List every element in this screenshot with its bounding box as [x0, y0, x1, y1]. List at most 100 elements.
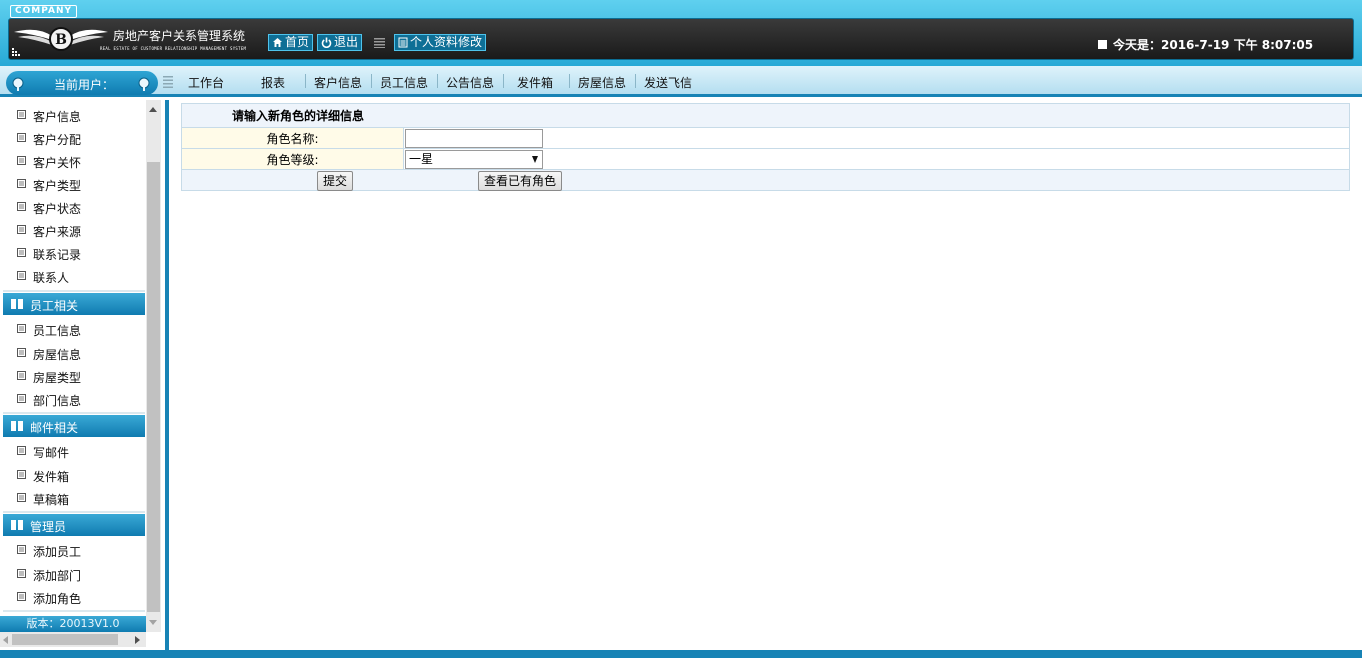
sidebar-border	[165, 100, 169, 650]
nav-separator	[569, 74, 570, 88]
logout-label: 退出	[334, 35, 359, 49]
role-name-input[interactable]	[405, 128, 543, 148]
book-icon	[11, 299, 23, 309]
sidebar-item-customer-status[interactable]: 客户状态	[3, 196, 145, 218]
form-row-role-level: 角色等级: 一星	[181, 148, 1350, 170]
sidebar-divider	[3, 511, 145, 513]
sidebar-item-label: 房屋类型	[33, 371, 82, 385]
sidebar-item-label: 添加员工	[33, 545, 82, 559]
form-row-role-name: 角色名称:	[181, 127, 1350, 149]
checkbox-square-icon	[17, 179, 26, 188]
book-icon	[11, 520, 23, 530]
checkbox-square-icon	[17, 271, 26, 280]
sidebar-item-add-employee[interactable]: 添加员工	[3, 539, 145, 561]
checkbox-square-icon	[17, 248, 26, 257]
checkbox-square-icon	[17, 156, 26, 165]
sidebar-vertical-scrollbar[interactable]	[146, 100, 161, 632]
nav-item-house-info[interactable]: 房屋信息	[578, 74, 626, 91]
scroll-up-arrow-icon[interactable]	[149, 107, 157, 112]
sidebar-item-label: 客户状态	[33, 202, 82, 216]
book-icon	[11, 421, 23, 431]
sidebar-section-employee[interactable]: 员工相关	[3, 293, 145, 315]
submit-button[interactable]: 提交	[317, 171, 354, 191]
dropdown-arrow-icon	[532, 155, 538, 163]
bottom-border	[0, 650, 1362, 658]
role-level-selected: 一星	[409, 151, 434, 166]
grip-icon	[163, 76, 173, 88]
system-subtitle: REAL ESTATE OF CUSTOMER RELATIONSHIP MAN…	[100, 46, 247, 51]
list-lines-icon	[374, 38, 385, 48]
scroll-thumb[interactable]	[147, 162, 160, 612]
scroll-right-arrow-icon[interactable]	[135, 636, 140, 644]
scroll-down-arrow-icon[interactable]	[149, 620, 157, 625]
nav-item-customer-info[interactable]: 客户信息	[314, 74, 362, 91]
sidebar-item-customer-assign[interactable]: 客户分配	[3, 127, 145, 149]
checkbox-square-icon	[17, 394, 26, 403]
sidebar-item-label: 添加部门	[33, 569, 82, 583]
sidebar-item-customer-info[interactable]: 客户信息	[3, 104, 145, 126]
sidebar-item-outbox[interactable]: 发件箱	[3, 464, 145, 486]
sidebar-item-write-mail[interactable]: 写邮件	[3, 440, 145, 462]
sidebar-item-customer-care[interactable]: 客户关怀	[3, 150, 145, 172]
checkbox-square-icon	[17, 569, 26, 578]
nav-separator	[437, 74, 438, 88]
date-text: 今天是：2016-7-19 下午 8:07:05	[1113, 38, 1314, 52]
sidebar-item-label: 部门信息	[33, 394, 82, 408]
sidebar-item-department-info[interactable]: 部门信息	[3, 388, 145, 410]
view-roles-button[interactable]: 查看已有角色	[478, 171, 563, 191]
nav-item-workbench[interactable]: 工作台	[188, 74, 224, 91]
checkbox-square-icon	[17, 225, 26, 234]
nav-item-outbox[interactable]: 发件箱	[517, 74, 553, 91]
form-button-row: 提交 查看已有角色	[181, 169, 1350, 191]
sidebar-item-employee-info[interactable]: 员工信息	[3, 318, 145, 340]
sidebar-item-label: 客户关怀	[33, 156, 82, 170]
scroll-left-arrow-icon[interactable]	[3, 636, 8, 644]
sidebar-item-label: 联系人	[33, 271, 70, 285]
sidebar-item-customer-source[interactable]: 客户来源	[3, 219, 145, 241]
nav-item-send-fetion[interactable]: 发送飞信	[644, 74, 692, 91]
nav-item-reports[interactable]: 报表	[261, 74, 285, 91]
sidebar-item-label: 发件箱	[33, 470, 70, 484]
nav-separator	[503, 74, 504, 88]
role-level-cell: 一星	[403, 148, 1350, 170]
home-button[interactable]: 首页	[268, 34, 314, 51]
sidebar-item-add-department[interactable]: 添加部门	[3, 563, 145, 585]
pin-icon	[12, 77, 24, 91]
sidebar-item-add-role[interactable]: 添加角色	[3, 586, 145, 608]
nav-item-employee-info[interactable]: 员工信息	[380, 74, 428, 91]
role-level-select[interactable]: 一星	[405, 149, 543, 169]
sidebar-item-house-info[interactable]: 房屋信息	[3, 342, 145, 364]
form-title-row: 请输入新角色的详细信息	[181, 103, 1350, 128]
nav-separator	[635, 74, 636, 88]
company-tag: COMPANY	[10, 5, 77, 18]
form-title: 请输入新角色的详细信息	[181, 103, 1350, 128]
sidebar-item-drafts[interactable]: 草稿箱	[3, 487, 145, 509]
sidebar-item-label: 房屋信息	[33, 348, 82, 362]
winged-b-logo-icon: B	[14, 27, 108, 51]
scroll-thumb[interactable]	[12, 634, 118, 645]
logout-button[interactable]: 退出	[317, 34, 363, 51]
sidebar-item-label: 客户类型	[33, 179, 82, 193]
section-title: 员工相关	[30, 299, 79, 313]
checkbox-square-icon	[17, 348, 26, 357]
sidebar-section-admin[interactable]: 管理员	[3, 514, 145, 536]
current-user-pill: 当前用户：	[6, 71, 158, 95]
sidebar-item-label: 员工信息	[33, 324, 82, 338]
sidebar-item-house-type[interactable]: 房屋类型	[3, 365, 145, 387]
sidebar-horizontal-scrollbar[interactable]	[0, 632, 146, 647]
checkbox-square-icon	[17, 110, 26, 119]
sidebar-item-label: 添加角色	[33, 592, 82, 606]
checkbox-square-icon	[17, 133, 26, 142]
sidebar-item-customer-type[interactable]: 客户类型	[3, 173, 145, 195]
document-icon	[398, 37, 408, 48]
main-content: 请输入新角色的详细信息 角色名称: 角色等级: 一星 提交 查看已有角色	[181, 103, 1350, 191]
sidebar-divider	[3, 290, 145, 292]
profile-edit-button[interactable]: 个人资料修改	[394, 34, 487, 51]
sidebar-item-contact-records[interactable]: 联系记录	[3, 242, 145, 264]
checkbox-square-icon	[17, 324, 26, 333]
nav-item-announcements[interactable]: 公告信息	[446, 74, 494, 91]
home-label: 首页	[285, 35, 310, 49]
sidebar-item-label: 草稿箱	[33, 493, 70, 507]
sidebar-item-contacts[interactable]: 联系人	[3, 265, 145, 287]
sidebar-section-mail[interactable]: 邮件相关	[3, 415, 145, 437]
